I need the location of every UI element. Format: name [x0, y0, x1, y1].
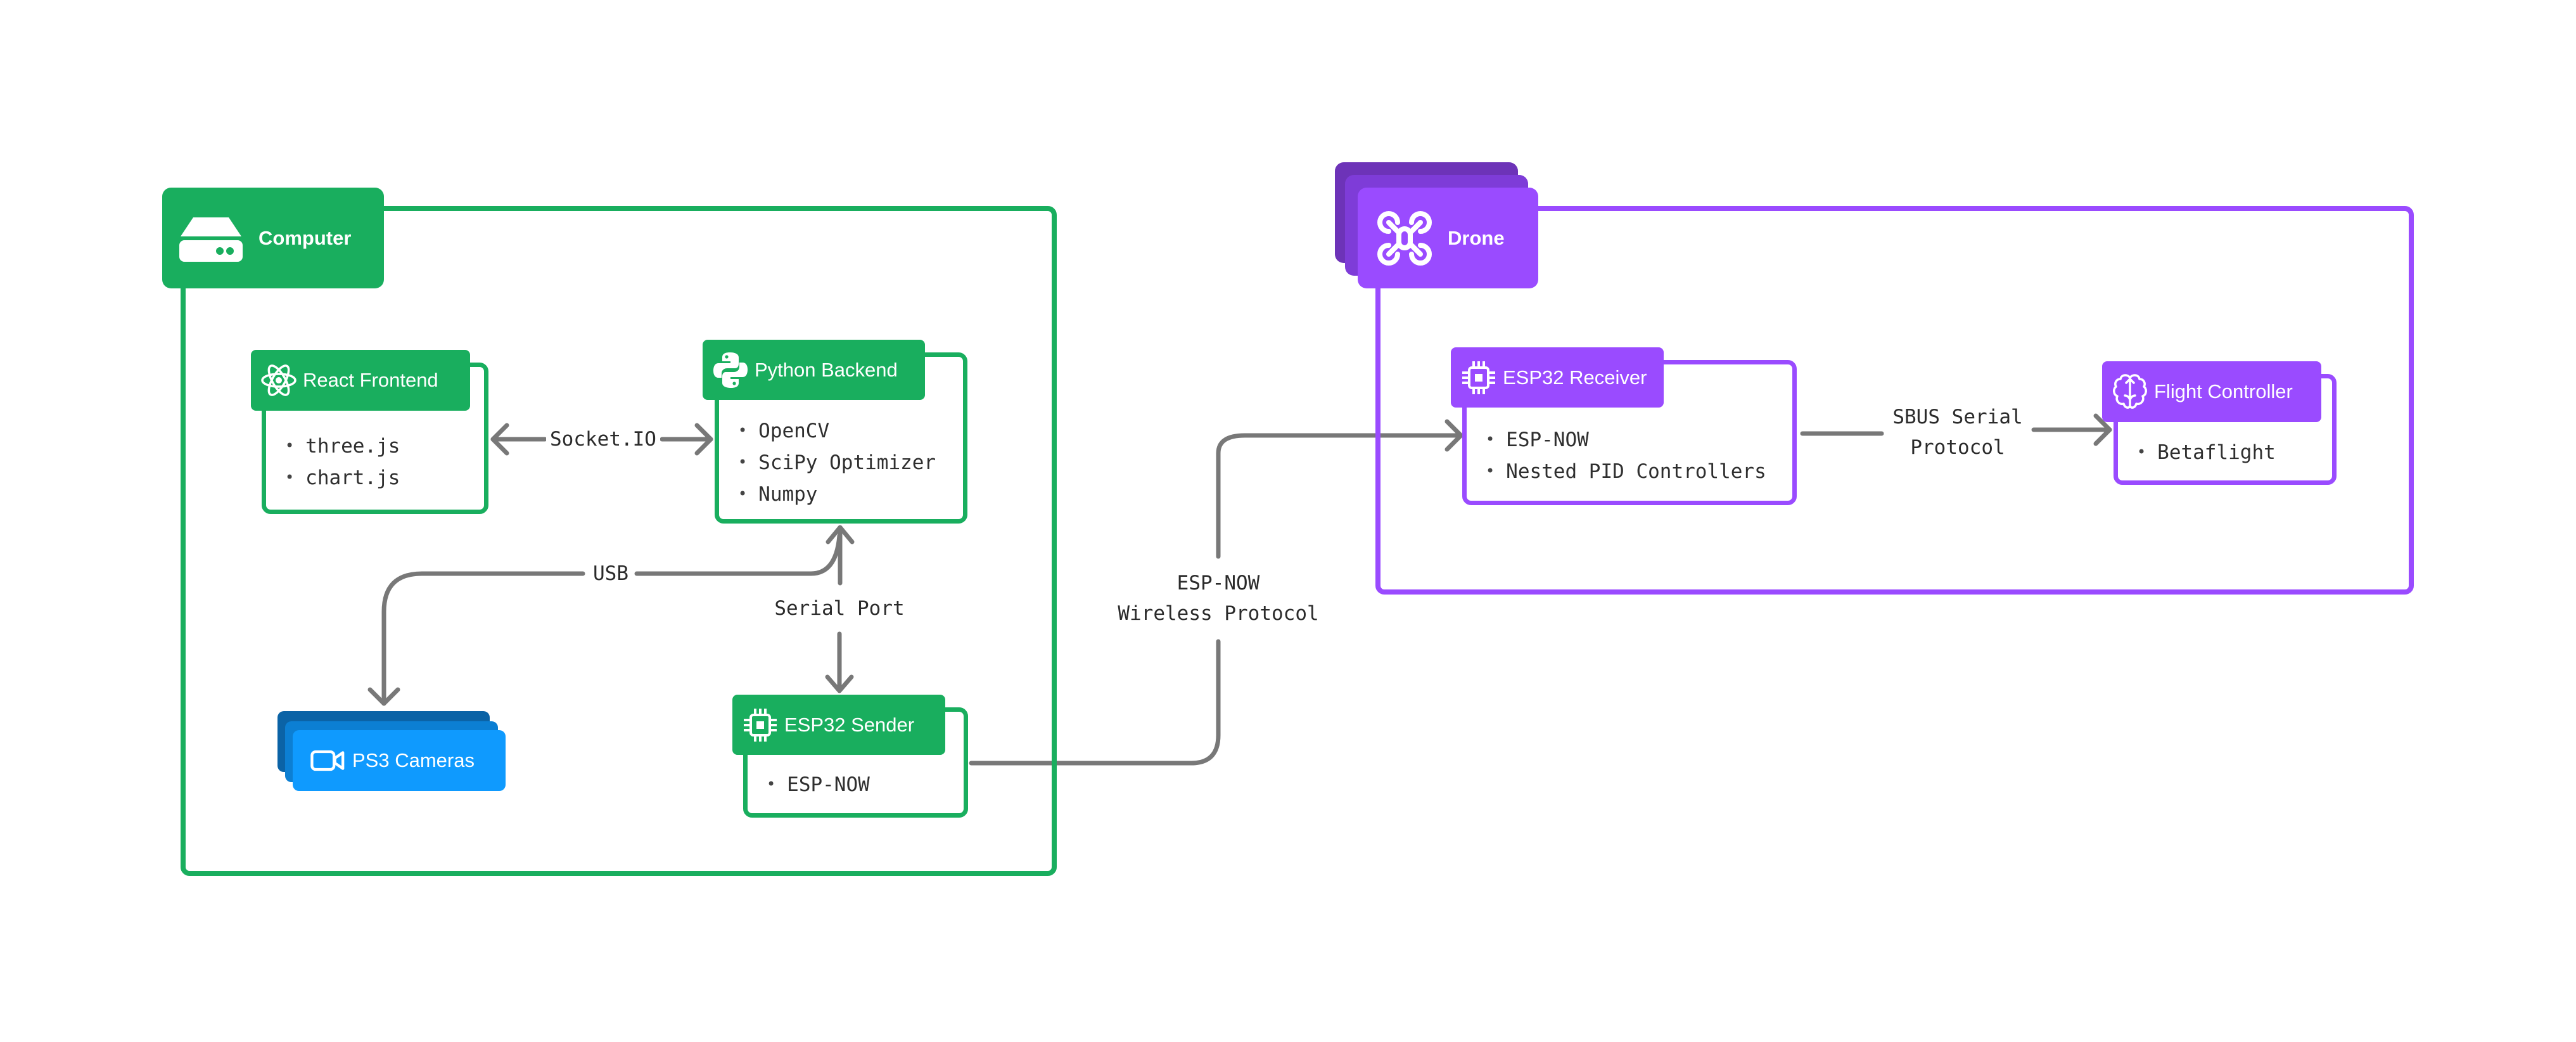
- python-backend-items: OpenCV SciPy Optimizer Numpy: [738, 415, 936, 510]
- list-item: three.js: [285, 430, 400, 462]
- react-frontend-header[interactable]: React Frontend: [251, 350, 470, 411]
- list-item: ESP-NOW: [767, 769, 870, 801]
- python-backend-header[interactable]: Python Backend: [703, 340, 925, 400]
- sbus-label-line1: SBUS Serial: [1892, 406, 2023, 428]
- sbus-label-line2: Protocol: [1910, 436, 2005, 459]
- server-icon: [176, 213, 246, 264]
- drone-icon: [1374, 210, 1435, 266]
- react-frontend-title: React Frontend: [303, 369, 438, 391]
- chip-icon: [743, 707, 778, 743]
- chip-icon: [1461, 360, 1496, 396]
- esp32-sender-header[interactable]: ESP32 Sender: [732, 695, 945, 755]
- usb-label: USB: [588, 558, 634, 589]
- list-item: Numpy: [738, 479, 936, 510]
- esp32-receiver-header[interactable]: ESP32 Receiver: [1451, 347, 1664, 408]
- ps3-cameras-node[interactable]: PS3 Cameras: [293, 730, 506, 791]
- list-item: SciPy Optimizer: [738, 447, 936, 479]
- serial-port-label: Serial Port: [770, 593, 909, 624]
- python-icon: [713, 352, 748, 388]
- ps3-cameras-title: PS3 Cameras: [352, 749, 475, 771]
- video-camera-icon: [310, 743, 346, 778]
- list-item: chart.js: [285, 462, 400, 494]
- python-backend-title: Python Backend: [755, 358, 898, 381]
- drone-group-label: Drone: [1448, 226, 1505, 249]
- esp32-receiver-title: ESP32 Receiver: [1503, 366, 1647, 389]
- espnow-label: ESP-NOW Wireless Protocol: [1111, 568, 1326, 629]
- computer-group-header[interactable]: Computer: [162, 188, 384, 288]
- list-item: Nested PID Controllers: [1486, 456, 1766, 487]
- flight-controller-title: Flight Controller: [2154, 380, 2293, 402]
- computer-group-label: Computer: [258, 226, 352, 249]
- sbus-label: SBUS Serial Protocol: [1885, 402, 2031, 463]
- list-item: OpenCV: [738, 415, 936, 447]
- react-frontend-items: three.js chart.js: [285, 430, 400, 494]
- list-item: ESP-NOW: [1486, 424, 1766, 456]
- esp32-sender-items: ESP-NOW: [767, 769, 870, 801]
- socketio-label: Socket.IO: [546, 424, 660, 454]
- flight-controller-items: Betaflight: [2137, 437, 2276, 468]
- brain-icon: [2112, 374, 2148, 409]
- esp32-sender-title: ESP32 Sender: [784, 713, 915, 736]
- espnow-label-line1: ESP-NOW: [1176, 572, 1260, 595]
- espnow-label-line2: Wireless Protocol: [1118, 602, 1319, 625]
- list-item: Betaflight: [2137, 437, 2276, 468]
- react-atom-icon: [261, 363, 296, 398]
- flight-controller-header[interactable]: Flight Controller: [2102, 361, 2321, 422]
- esp32-receiver-items: ESP-NOW Nested PID Controllers: [1486, 424, 1766, 487]
- drone-group-header[interactable]: Drone: [1358, 188, 1538, 288]
